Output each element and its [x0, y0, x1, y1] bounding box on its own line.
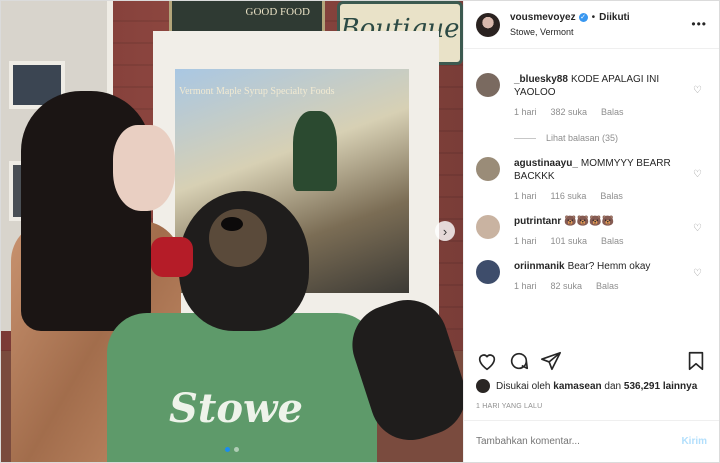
comment-likes[interactable]: 116 suka [551, 191, 587, 201]
likes-summary: Disukai oleh kamasean dan 536,291 lainny… [476, 379, 697, 393]
commenter-avatar[interactable] [476, 215, 500, 239]
chevron-right-icon: › [442, 223, 448, 239]
likes-prefix: Disukai oleh [496, 380, 551, 392]
carousel-dot[interactable] [225, 447, 230, 452]
post-location[interactable]: Stowe, Vermont [510, 25, 630, 39]
comment-like-heart-icon[interactable]: ♡ [693, 268, 702, 279]
post-actions [476, 347, 707, 375]
author-avatar[interactable] [476, 12, 500, 37]
post-date[interactable]: 1 HARI YANG LALU [476, 403, 542, 410]
commenter-avatar[interactable] [476, 260, 500, 284]
comment-like-heart-icon[interactable]: ♡ [693, 169, 702, 180]
shirt-lettering: Stowe [169, 385, 303, 432]
commenter-username[interactable]: agustinaayu_ [514, 158, 578, 169]
heart-icon[interactable] [476, 350, 498, 372]
likes-count[interactable]: 536,291 lainnya [624, 381, 697, 392]
commenter-username[interactable]: _bluesky88 [514, 74, 568, 85]
carousel-next-button[interactable]: › [435, 221, 455, 241]
author-username[interactable]: vousmevoyez [510, 11, 576, 25]
more-options-icon[interactable]: ••• [691, 17, 707, 31]
post-header: vousmevoyez ✓ • Diikuti Stowe, Vermont •… [464, 1, 719, 49]
liker-avatar[interactable] [476, 379, 490, 393]
view-replies-label: Lihat balasan (35) [546, 133, 619, 143]
carousel-dots [225, 447, 239, 452]
post-modal: GOOD FOOD Boutique Vermont Maple Syrup S… [0, 0, 720, 463]
comment-item: oriinmanik Bear? Hemm okay 1 hari 82 suka B… [464, 246, 720, 291]
comment-time[interactable]: 1 hari [514, 107, 537, 117]
commenter-avatar[interactable] [476, 73, 500, 97]
post-photo[interactable]: GOOD FOOD Boutique Vermont Maple Syrup S… [1, 1, 463, 462]
add-comment-bar: Kirim [464, 420, 719, 462]
carousel-dot[interactable] [234, 447, 239, 452]
verified-badge-icon: ✓ [578, 13, 588, 22]
comment-item: _bluesky88 KODE APALAGI INI YAOLOO 1 hari… [464, 63, 720, 117]
separator-dot: • [591, 11, 596, 23]
comment-item: agustinaayu_ MOMMYYY BEARR BACKKK 1 hari 1… [464, 143, 720, 201]
red-glove [151, 237, 193, 277]
view-replies-button[interactable]: Lihat balasan (35) [514, 133, 720, 143]
post-sidebar: vousmevoyez ✓ • Diikuti Stowe, Vermont •… [463, 1, 719, 462]
comments-list[interactable]: _bluesky88 KODE APALAGI INI YAOLOO 1 hari… [464, 63, 720, 341]
follow-status-button[interactable]: Diikuti [599, 11, 630, 25]
comment-input[interactable] [476, 436, 682, 447]
reply-button[interactable]: Balas [601, 107, 624, 117]
bear-mascot-nose [221, 217, 243, 231]
reply-button[interactable]: Balas [596, 281, 619, 291]
tree-reflection [293, 111, 337, 191]
window-lettering: Vermont Maple Syrup Specialty Foods [179, 86, 335, 97]
comment-time[interactable]: 1 hari [514, 236, 537, 246]
post-comment-button[interactable]: Kirim [681, 436, 707, 447]
comment-item: putrintanr 🐻🐻🐻🐻 1 hari 101 suka Balas ♡ [464, 201, 720, 246]
likes-mid: dan [604, 380, 622, 392]
comment-likes[interactable]: 382 suka [551, 107, 588, 117]
comment-likes[interactable]: 82 suka [551, 281, 583, 291]
bookmark-icon[interactable] [685, 350, 707, 372]
comment-likes[interactable]: 101 suka [551, 236, 588, 246]
reply-button[interactable]: Balas [601, 236, 624, 246]
share-icon[interactable] [540, 350, 562, 372]
comment-like-heart-icon[interactable]: ♡ [693, 223, 702, 234]
liker-username[interactable]: kamasean [553, 381, 601, 392]
commenter-username[interactable]: putrintanr [514, 216, 561, 227]
comment-like-heart-icon[interactable]: ♡ [693, 85, 702, 96]
woman-face [113, 125, 175, 211]
commenter-username[interactable]: oriinmanik [514, 261, 565, 272]
commenter-avatar[interactable] [476, 157, 500, 181]
comment-time[interactable]: 1 hari [514, 281, 537, 291]
comment-time[interactable]: 1 hari [514, 191, 537, 201]
comment-text: 🐻🐻🐻🐻 [564, 216, 615, 227]
comment-text: Bear? Hemm okay [567, 261, 651, 272]
reply-button[interactable]: Balas [600, 191, 623, 201]
comment-icon[interactable] [508, 350, 530, 372]
divider-line [514, 137, 536, 139]
